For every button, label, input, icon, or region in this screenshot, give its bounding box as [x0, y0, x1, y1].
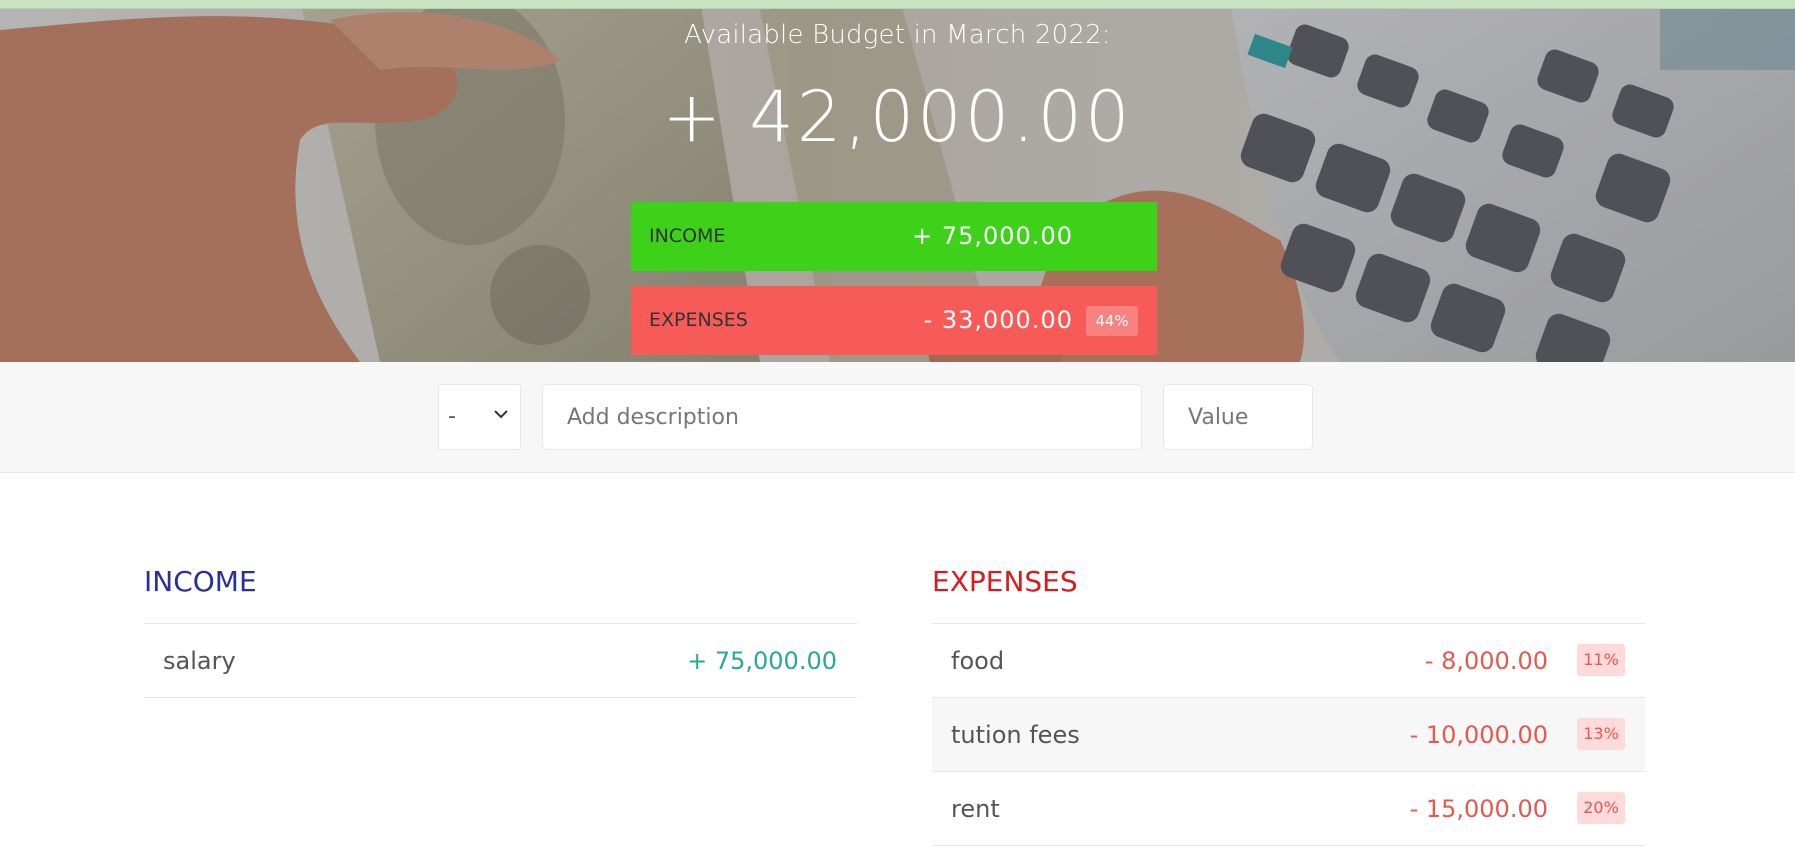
- expense-item[interactable]: rent - 15,000.00 20%: [932, 772, 1645, 846]
- expenses-list: EXPENSES food - 8,000.00 11% tution fees…: [932, 562, 1645, 846]
- expenses-summary-value: - 33,000.00: [923, 306, 1073, 334]
- description-input[interactable]: [542, 384, 1142, 450]
- income-summary-label: INCOME: [649, 225, 726, 247]
- expenses-percentage-badge: 44%: [1086, 306, 1138, 336]
- expense-item-percentage: 11%: [1577, 644, 1625, 676]
- add-item-form: -: [0, 362, 1795, 473]
- expense-item-value: - 10,000.00: [1409, 721, 1548, 749]
- expenses-list-title: EXPENSES: [932, 562, 1645, 624]
- expense-item[interactable]: tution fees - 10,000.00 13%: [932, 698, 1645, 772]
- type-select[interactable]: -: [438, 384, 521, 450]
- chevron-down-icon: [494, 410, 508, 419]
- expense-item-percentage: 20%: [1577, 792, 1625, 824]
- top-color-strip: [0, 0, 1795, 9]
- value-input[interactable]: [1163, 384, 1313, 450]
- income-list: INCOME salary + 75,000.00: [144, 562, 857, 698]
- income-item-value: + 75,000.00: [687, 647, 837, 675]
- income-summary-value: + 75,000.00: [912, 222, 1073, 250]
- expense-item-value: - 15,000.00: [1409, 795, 1548, 823]
- expense-item-description: food: [951, 647, 1005, 675]
- income-item-description: salary: [163, 647, 236, 675]
- expense-item-value: - 8,000.00: [1424, 647, 1548, 675]
- expenses-summary: EXPENSES - 33,000.00 44%: [631, 286, 1157, 355]
- expense-item[interactable]: food - 8,000.00 11%: [932, 624, 1645, 698]
- budget-value: + 42,000.00: [662, 76, 1133, 158]
- income-summary: INCOME + 75,000.00: [631, 202, 1157, 271]
- expenses-summary-label: EXPENSES: [649, 309, 748, 331]
- expense-item-description: rent: [951, 795, 1000, 823]
- income-item[interactable]: salary + 75,000.00: [144, 624, 857, 698]
- budget-title: Available Budget in March 2022:: [684, 20, 1111, 50]
- type-select-value: -: [448, 404, 456, 429]
- expense-item-percentage: 13%: [1577, 718, 1625, 750]
- income-list-title: INCOME: [144, 562, 857, 624]
- expense-item-description: tution fees: [951, 721, 1080, 749]
- budget-header: Available Budget in March 2022: + 42,000…: [0, 0, 1795, 362]
